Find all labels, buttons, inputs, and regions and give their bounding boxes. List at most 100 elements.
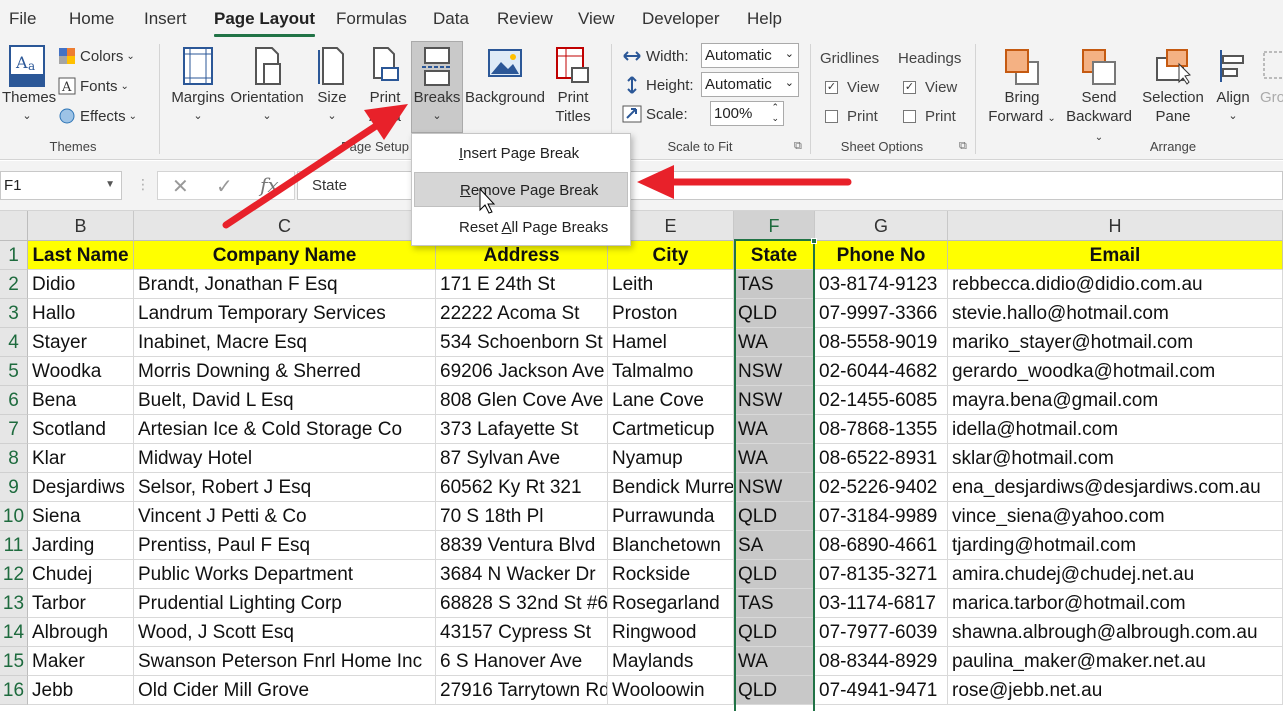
table-cell[interactable]: Jarding: [28, 531, 134, 560]
row-header-10[interactable]: 10: [0, 502, 28, 531]
table-cell[interactable]: TAS: [734, 270, 815, 299]
row-header-14[interactable]: 14: [0, 618, 28, 647]
themes-button[interactable]: A a Themes ⌄: [2, 44, 56, 126]
table-cell[interactable]: Inabinet, Macre Esq: [134, 328, 436, 357]
chevron-down-icon[interactable]: ▼: [105, 179, 115, 190]
colors-button[interactable]: Colors ⌄: [58, 47, 135, 65]
table-cell[interactable]: Wooloowin: [608, 676, 734, 705]
breaks-button[interactable]: Breaks ⌄: [411, 44, 463, 126]
tab-formulas[interactable]: Formulas: [336, 9, 407, 29]
table-cell[interactable]: sklar@hotmail.com: [948, 444, 1283, 473]
table-cell[interactable]: Cartmeticup: [608, 415, 734, 444]
table-cell[interactable]: Klar: [28, 444, 134, 473]
tab-help[interactable]: Help: [747, 9, 782, 29]
table-cell[interactable]: QLD: [734, 502, 815, 531]
row-header-3[interactable]: 3: [0, 299, 28, 328]
table-cell[interactable]: tjarding@hotmail.com: [948, 531, 1283, 560]
table-cell[interactable]: mariko_stayer@hotmail.com: [948, 328, 1283, 357]
size-button[interactable]: Size ⌄: [312, 44, 352, 126]
name-box[interactable]: F1 ▼: [0, 171, 122, 200]
print-area-button[interactable]: Print Area: [360, 44, 410, 126]
table-cell[interactable]: NSW: [734, 357, 815, 386]
column-title-cell[interactable]: State: [734, 241, 815, 270]
table-cell[interactable]: NSW: [734, 386, 815, 415]
width-dropdown[interactable]: Automatic ⌄: [701, 43, 799, 68]
bring-forward-button[interactable]: Bring Forward ⌄: [988, 44, 1056, 128]
group-button[interactable]: Gro: [1260, 44, 1283, 107]
table-cell[interactable]: 08-6522-8931: [815, 444, 948, 473]
table-cell[interactable]: Proston: [608, 299, 734, 328]
table-cell[interactable]: shawna.albrough@albrough.com.au: [948, 618, 1283, 647]
table-cell[interactable]: Nyamup: [608, 444, 734, 473]
table-cell[interactable]: 70 S 18th Pl: [436, 502, 608, 531]
table-cell[interactable]: Tarbor: [28, 589, 134, 618]
table-cell[interactable]: Siena: [28, 502, 134, 531]
table-cell[interactable]: amira.chudej@chudej.net.au: [948, 560, 1283, 589]
enter-checkmark-icon[interactable]: ✓: [216, 174, 233, 199]
table-cell[interactable]: 6 S Hanover Ave: [436, 647, 608, 676]
tab-home[interactable]: Home: [69, 9, 114, 29]
row-header-6[interactable]: 6: [0, 386, 28, 415]
print-titles-button[interactable]: Print Titles: [550, 44, 596, 126]
align-button[interactable]: Align ⌄: [1210, 44, 1256, 126]
table-cell[interactable]: Prentiss, Paul F Esq: [134, 531, 436, 560]
table-cell[interactable]: 69206 Jackson Ave: [436, 357, 608, 386]
row-header-8[interactable]: 8: [0, 444, 28, 473]
column-title-cell[interactable]: Company Name: [134, 241, 436, 270]
table-cell[interactable]: Selsor, Robert J Esq: [134, 473, 436, 502]
table-cell[interactable]: Landrum Temporary Services: [134, 299, 436, 328]
table-cell[interactable]: Artesian Ice & Cold Storage Co: [134, 415, 436, 444]
table-cell[interactable]: Desjardiws: [28, 473, 134, 502]
table-cell[interactable]: 08-7868-1355: [815, 415, 948, 444]
table-cell[interactable]: Wood, J Scott Esq: [134, 618, 436, 647]
table-cell[interactable]: Rosegarland: [608, 589, 734, 618]
row-header-12[interactable]: 12: [0, 560, 28, 589]
table-cell[interactable]: 02-1455-6085: [815, 386, 948, 415]
table-cell[interactable]: Prudential Lighting Corp: [134, 589, 436, 618]
table-cell[interactable]: 03-1174-6817: [815, 589, 948, 618]
table-cell[interactable]: WA: [734, 647, 815, 676]
table-cell[interactable]: 534 Schoenborn St: [436, 328, 608, 357]
table-cell[interactable]: QLD: [734, 560, 815, 589]
table-cell[interactable]: Bena: [28, 386, 134, 415]
table-cell[interactable]: 87 Sylvan Ave: [436, 444, 608, 473]
fonts-button[interactable]: A Fonts ⌄: [58, 77, 129, 95]
table-cell[interactable]: 08-5558-9019: [815, 328, 948, 357]
table-cell[interactable]: 171 E 24th St: [436, 270, 608, 299]
table-cell[interactable]: Blanchetown: [608, 531, 734, 560]
table-cell[interactable]: Ringwood: [608, 618, 734, 647]
tab-review[interactable]: Review: [497, 9, 553, 29]
cancel-icon[interactable]: ✕: [172, 174, 189, 199]
table-cell[interactable]: 08-6890-4661: [815, 531, 948, 560]
table-cell[interactable]: 03-8174-9123: [815, 270, 948, 299]
table-cell[interactable]: QLD: [734, 299, 815, 328]
table-cell[interactable]: Maylands: [608, 647, 734, 676]
column-title-cell[interactable]: Email: [948, 241, 1283, 270]
send-backward-button[interactable]: Send Backward ⌄: [1060, 44, 1138, 147]
table-cell[interactable]: Leith: [608, 270, 734, 299]
row-header-1[interactable]: 1: [0, 241, 28, 270]
table-cell[interactable]: Albrough: [28, 618, 134, 647]
table-cell[interactable]: 07-7977-6039: [815, 618, 948, 647]
column-header-h[interactable]: H: [948, 211, 1283, 241]
table-cell[interactable]: Lane Cove: [608, 386, 734, 415]
orientation-button[interactable]: Orientation ⌄: [228, 44, 306, 126]
table-cell[interactable]: Purrawunda: [608, 502, 734, 531]
scale-spinner[interactable]: 100% ⌃ ⌄: [710, 101, 784, 126]
select-all-corner[interactable]: [0, 211, 28, 241]
table-cell[interactable]: NSW: [734, 473, 815, 502]
row-header-13[interactable]: 13: [0, 589, 28, 618]
table-cell[interactable]: 07-9997-3366: [815, 299, 948, 328]
row-header-15[interactable]: 15: [0, 647, 28, 676]
table-cell[interactable]: Maker: [28, 647, 134, 676]
table-cell[interactable]: 22222 Acoma St: [436, 299, 608, 328]
table-cell[interactable]: 07-3184-9989: [815, 502, 948, 531]
table-cell[interactable]: vince_siena@yahoo.com: [948, 502, 1283, 531]
table-cell[interactable]: Hamel: [608, 328, 734, 357]
headings-print-checkbox[interactable]: Print: [903, 108, 956, 125]
spin-arrows-icon[interactable]: ⌃ ⌄: [771, 102, 779, 124]
table-cell[interactable]: Hallo: [28, 299, 134, 328]
margins-button[interactable]: Margins ⌄: [170, 44, 226, 126]
row-header-7[interactable]: 7: [0, 415, 28, 444]
column-title-cell[interactable]: Phone No: [815, 241, 948, 270]
